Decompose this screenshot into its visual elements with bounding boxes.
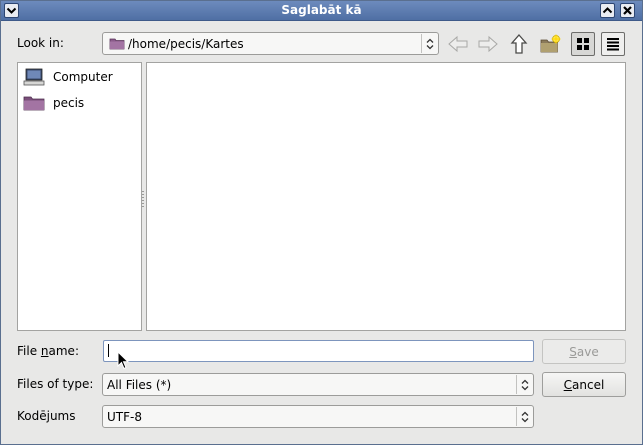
forward-button[interactable] xyxy=(476,32,500,56)
computer-icon xyxy=(23,68,45,86)
look-in-path: /home/pecis/Kartes xyxy=(128,36,244,51)
place-pecis[interactable]: pecis xyxy=(23,93,84,113)
arrow-left-icon xyxy=(448,35,468,53)
file-list[interactable] xyxy=(146,62,626,331)
encoding-combo[interactable]: UTF-8 xyxy=(102,405,534,428)
close-button[interactable] xyxy=(620,3,635,18)
look-in-label: Look in: xyxy=(17,36,64,50)
save-as-dialog: Saglabāt kā Look in: /home/pecis/Kartes xyxy=(0,0,643,445)
window-title: Saglabāt kā xyxy=(281,3,362,17)
folder-icon xyxy=(23,96,45,111)
files-of-type-combo[interactable]: All Files (*) xyxy=(102,373,534,396)
up-button[interactable] xyxy=(507,32,531,56)
list-view-icon xyxy=(607,38,619,51)
file-name-label: File name: xyxy=(17,344,79,358)
folder-icon xyxy=(109,37,125,50)
updown-arrows-icon xyxy=(516,407,533,426)
files-of-type-label: Files of type: xyxy=(17,377,94,391)
chevron-up-icon xyxy=(602,7,613,14)
encoding-value: UTF-8 xyxy=(107,409,142,424)
detail-view-button[interactable] xyxy=(571,32,595,56)
title-bar: Saglabāt kā xyxy=(1,1,642,21)
look-in-combo[interactable]: /home/pecis/Kartes xyxy=(102,32,439,55)
new-folder-button[interactable] xyxy=(539,32,563,56)
new-folder-icon xyxy=(540,34,561,53)
pane-resize-handle[interactable] xyxy=(142,191,144,207)
list-view-button[interactable] xyxy=(601,32,625,56)
place-label: pecis xyxy=(53,96,85,110)
maximize-button[interactable] xyxy=(600,3,615,18)
files-of-type-value: All Files (*) xyxy=(107,377,172,392)
encoding-label: Kodējums xyxy=(17,409,76,423)
place-computer[interactable]: Computer xyxy=(23,67,113,87)
arrow-right-icon xyxy=(478,35,498,53)
place-label: Computer xyxy=(53,70,113,84)
back-button[interactable] xyxy=(446,32,470,56)
text-caret xyxy=(108,344,109,357)
places-sidebar: Computer pecis xyxy=(17,62,142,331)
updown-arrows-icon xyxy=(516,375,533,394)
mouse-pointer-icon xyxy=(117,351,130,370)
grid-view-icon xyxy=(577,38,589,50)
save-button[interactable]: Save xyxy=(542,339,626,364)
close-icon xyxy=(623,6,632,15)
file-name-input[interactable] xyxy=(103,340,534,362)
arrow-up-icon xyxy=(510,34,528,54)
updown-arrows-icon xyxy=(421,34,438,53)
cancel-button[interactable]: Cancel xyxy=(542,372,626,397)
